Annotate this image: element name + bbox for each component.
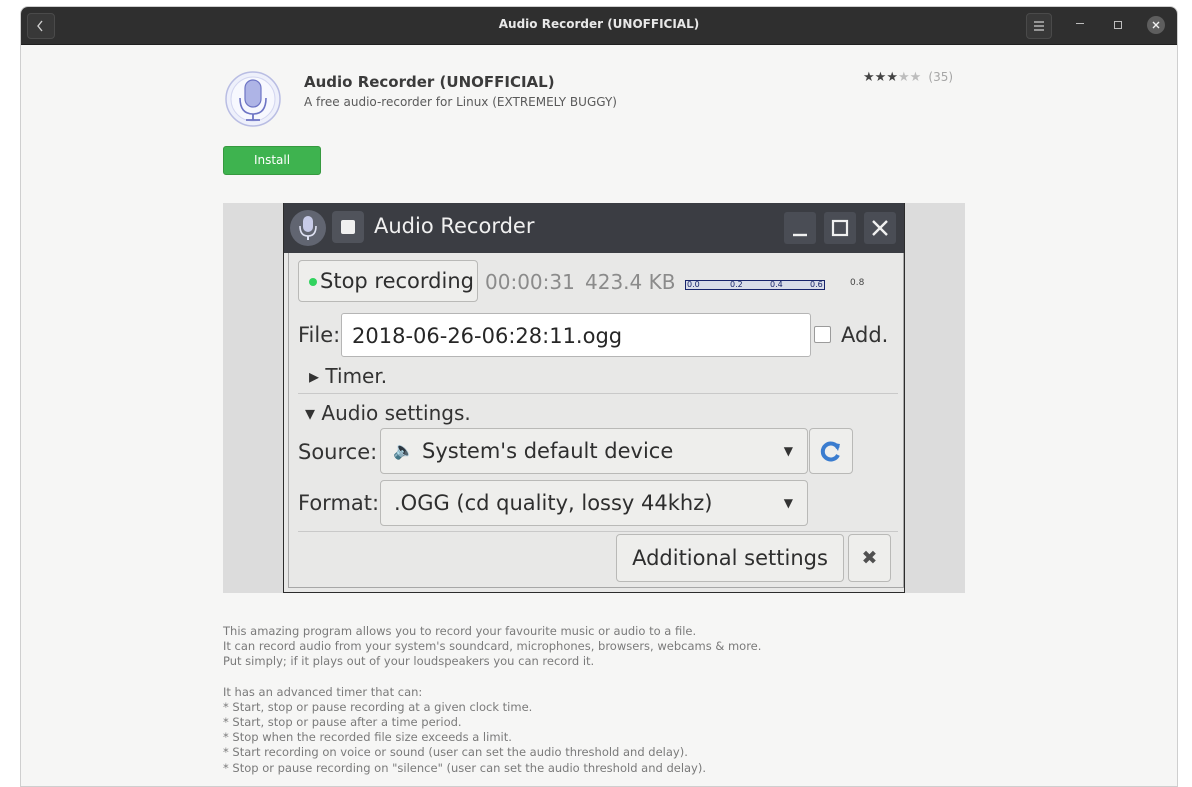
star-icon: ★ (886, 70, 898, 85)
format-combo: .OGG (cd quality, lossy 44khz) ▼ (380, 480, 808, 526)
star-rating[interactable]: ★★★★★ (35) (863, 70, 953, 85)
additional-settings-button: Additional settings (616, 534, 844, 582)
expander-right-icon: ▸ (309, 364, 326, 388)
star-empty-icon: ★ (897, 70, 910, 85)
add-checkbox (814, 326, 831, 343)
stop-icon (332, 211, 364, 243)
app-description: This amazing program allows you to recor… (223, 624, 1023, 776)
format-label: Format: (298, 491, 380, 515)
description-line: * Start, stop or pause recording at a gi… (223, 699, 533, 714)
window-title: Audio Recorder (UNOFFICIAL) (498, 17, 700, 31)
level-meter: 0.0 0.2 0.4 0.6 (685, 280, 825, 290)
close-icon (864, 212, 896, 244)
source-label: Source: (298, 440, 378, 464)
minimize-button[interactable] (1076, 23, 1084, 24)
screenshot-titlebar: Audio Recorder (284, 203, 904, 253)
meter-tick: 0.2 (730, 280, 743, 289)
description-line: * Start recording on voice or sound (use… (223, 745, 688, 760)
microphone-icon (290, 210, 326, 246)
separator (298, 393, 898, 394)
timer-expander: ▸ Timer. (309, 364, 387, 388)
description-line: Put simply; if it plays out of your loud… (223, 654, 595, 669)
maximize-icon (824, 212, 856, 244)
refresh-icon (820, 441, 840, 462)
meter-end-label: 0.8 (850, 278, 865, 288)
star-icon: ★ (874, 70, 887, 85)
close-icon (1152, 21, 1160, 29)
separator (298, 531, 898, 532)
audio-settings-expander: ▾ Audio settings. (305, 401, 471, 425)
rating-count: (35) (928, 70, 954, 84)
recording-dot-icon (309, 278, 317, 286)
header-bar: Audio Recorder (UNOFFICIAL) (21, 7, 1177, 45)
screenshot-body: Stop recording 00:00:31 423.4 KB 0.0 0.2… (288, 253, 904, 588)
meter-tick: 0.4 (770, 280, 783, 289)
maximize-button[interactable] (1114, 21, 1122, 29)
hamburger-menu-icon (1034, 21, 1044, 31)
source-combo: 🔈 System's default device ▼ (380, 428, 808, 474)
add-label: Add. (841, 323, 889, 347)
file-size: 423.4 KB (585, 270, 676, 294)
close-settings-button: ✖ (848, 534, 891, 582)
software-center-window: Audio Recorder (UNOFFICIAL) Audio Record… (20, 6, 1178, 787)
description-line: * Start, stop or pause after a time peri… (223, 715, 462, 730)
app-name: Audio Recorder (UNOFFICIAL) (304, 73, 555, 91)
speaker-icon: 🔈 (393, 441, 415, 461)
stop-recording-button: Stop recording (298, 260, 478, 302)
install-button[interactable]: Install (223, 146, 321, 175)
description-line: It has an advanced timer that can: (223, 684, 423, 699)
close-button[interactable] (1147, 16, 1165, 34)
audio-settings-label: Audio settings. (321, 401, 471, 425)
minimize-icon (784, 212, 816, 244)
screenshot-window-title: Audio Recorder (374, 214, 535, 238)
microphone-icon (225, 71, 281, 127)
menu-button[interactable] (1026, 13, 1052, 39)
meter-tick: 0.0 (687, 280, 700, 289)
timer-label: Timer. (325, 364, 388, 388)
app-summary: A free audio-recorder for Linux (EXTREME… (304, 95, 617, 109)
description-line: * Stop or pause recording on "silence" (… (223, 760, 707, 775)
elapsed-time: 00:00:31 (485, 270, 575, 294)
expander-down-icon: ▾ (305, 401, 322, 425)
description-line: This amazing program allows you to recor… (223, 624, 697, 638)
format-value: .OGG (cd quality, lossy 44khz) (394, 491, 713, 515)
description-line: It can record audio from your system's s… (223, 639, 762, 654)
source-value: System's default device (422, 439, 674, 463)
dropdown-arrow-icon: ▼ (783, 444, 793, 458)
meter-tick: 0.6 (810, 280, 823, 289)
app-screenshot[interactable]: Audio Recorder Stop recording 00:00:31 4… (283, 203, 905, 593)
stop-recording-label: Stop recording (320, 269, 474, 293)
star-icon: ★ (863, 70, 875, 85)
file-label: File: (298, 323, 341, 347)
filename-field: 2018-06-26-06:28:11.ogg (341, 313, 811, 357)
description-line: * Stop when the recorded file size excee… (223, 730, 512, 745)
star-empty-icon: ★ (909, 70, 922, 85)
refresh-button (809, 428, 853, 474)
dropdown-arrow-icon: ▼ (783, 496, 793, 510)
